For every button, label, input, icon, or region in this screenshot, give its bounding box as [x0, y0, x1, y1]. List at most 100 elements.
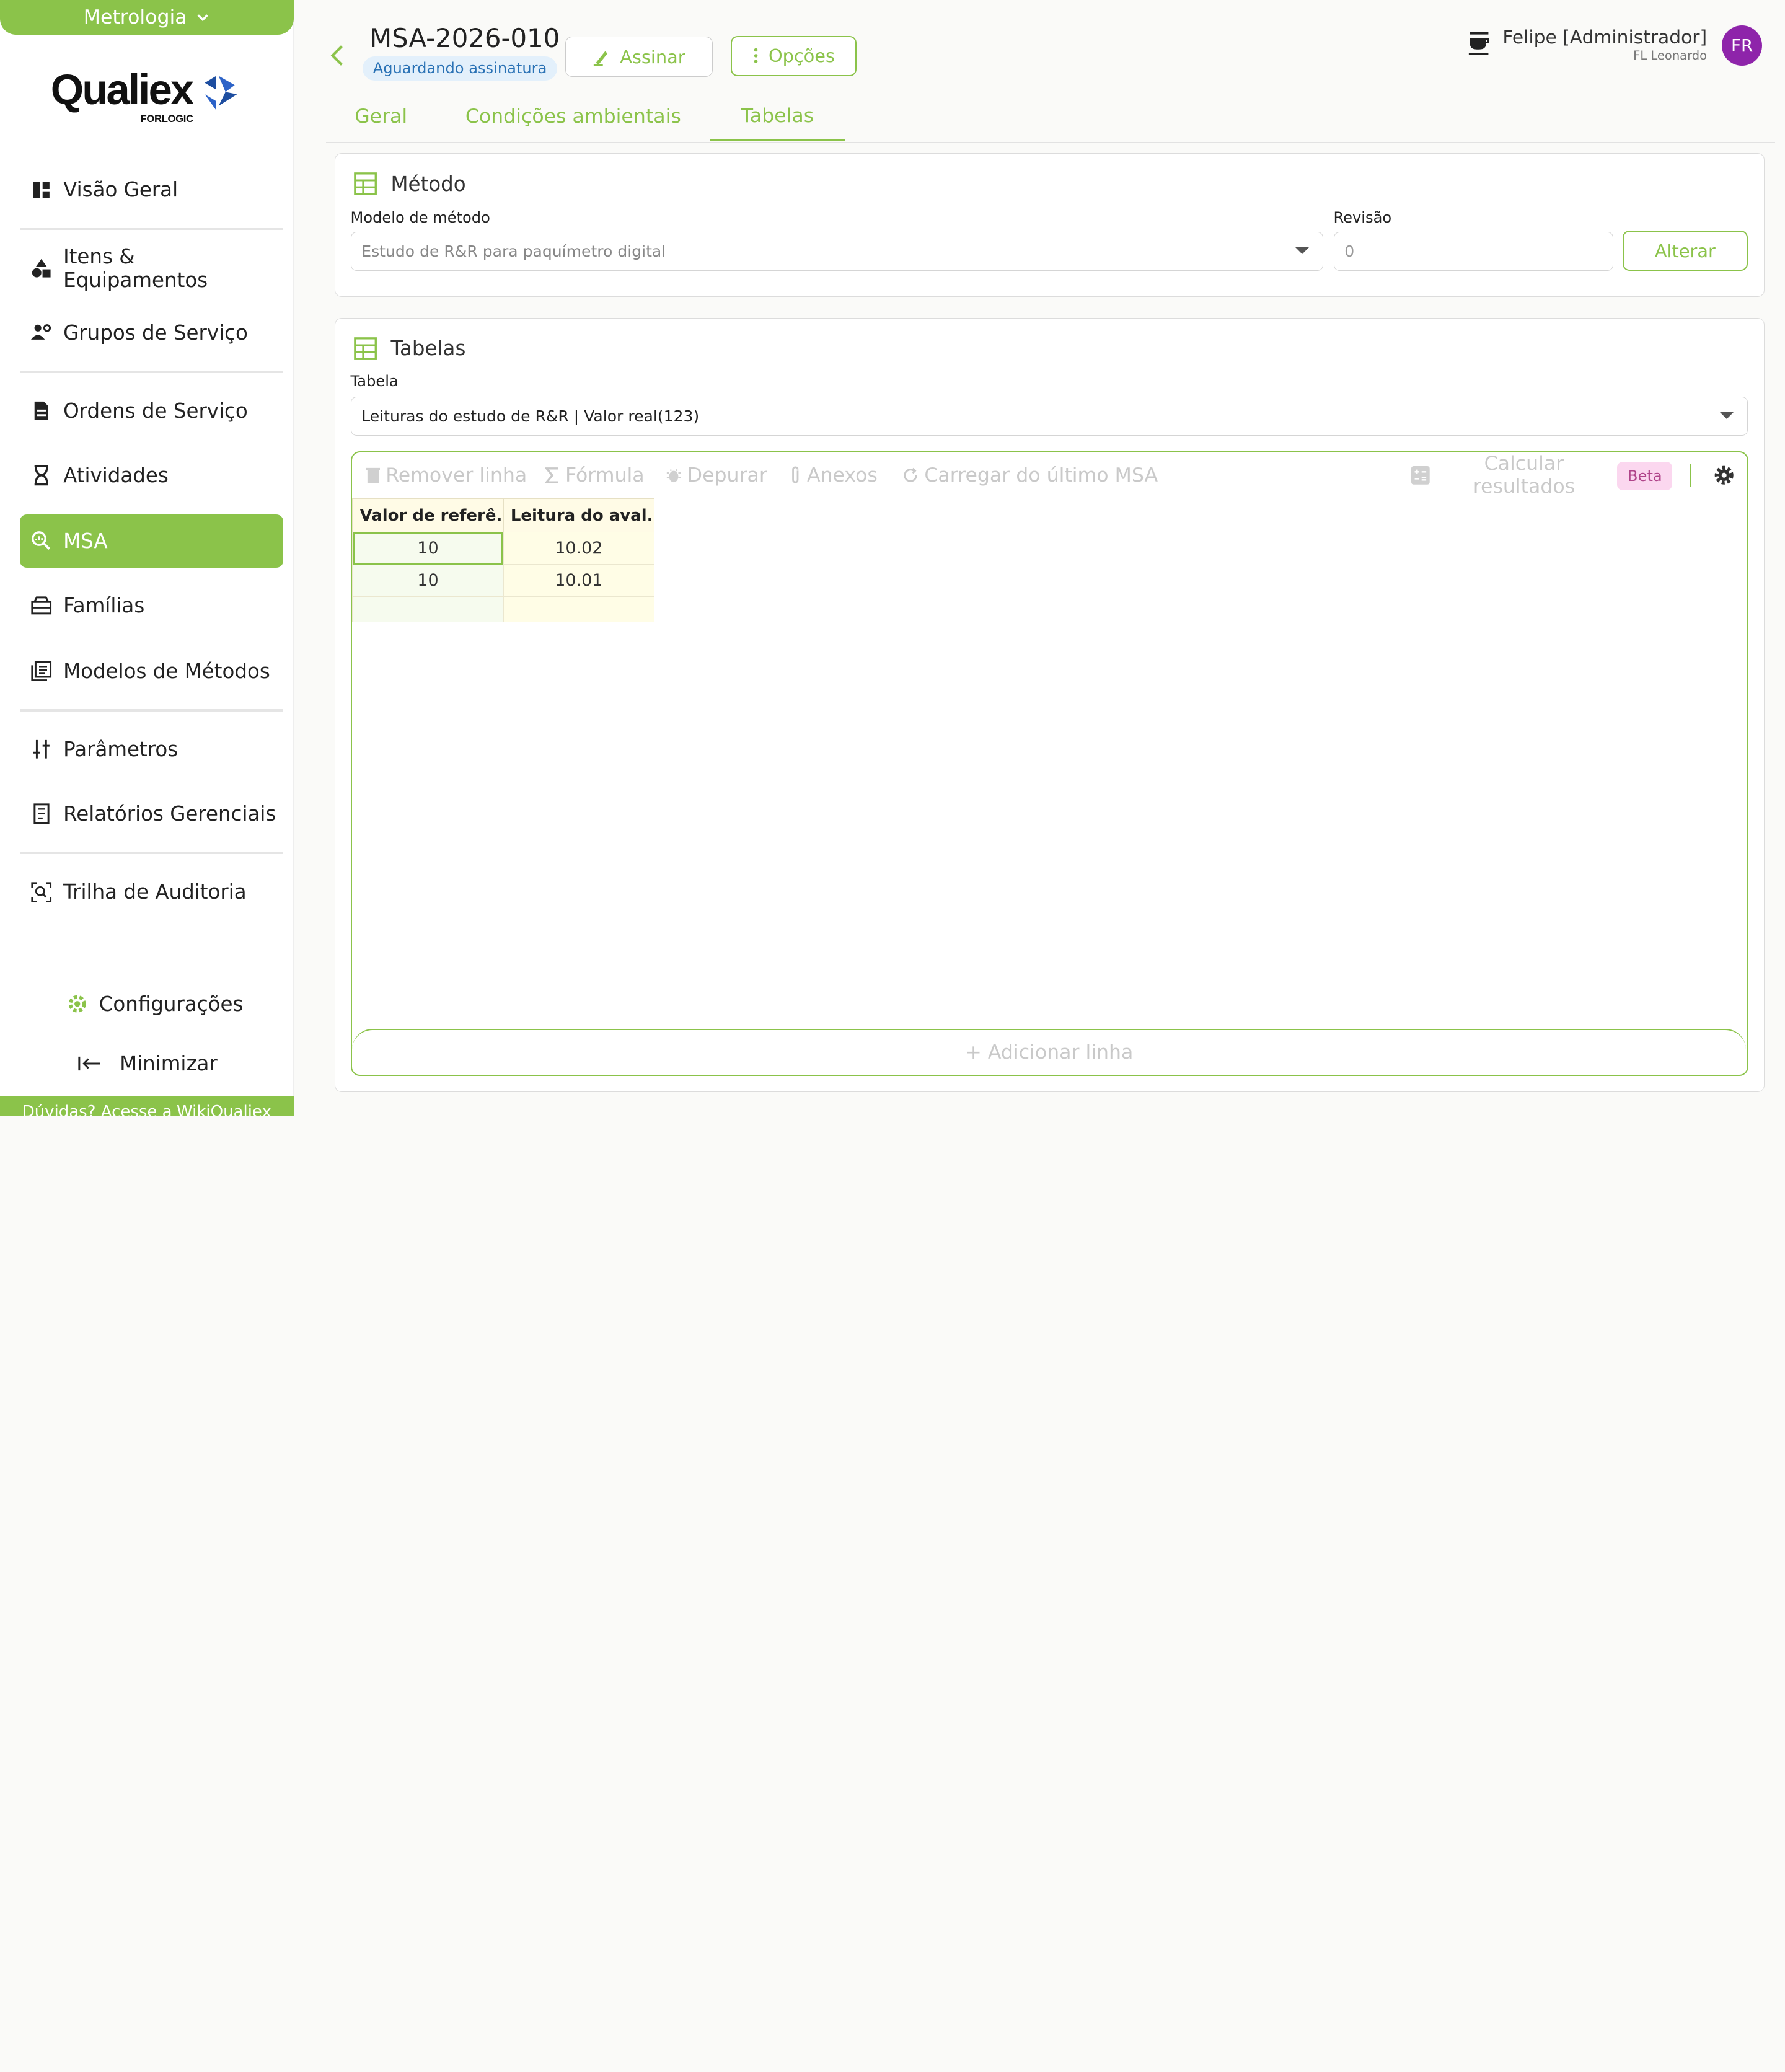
nav-divider [19, 852, 283, 854]
method-card-title: Método [390, 172, 466, 196]
more-vertical-icon [754, 48, 758, 64]
spreadsheet-table: Valor de referê... Leitura do aval... 10… [352, 498, 654, 622]
sidebar-item-label: Itens & Equipamentos [63, 244, 208, 292]
help-text: Dúvidas? Acesse a [22, 1102, 172, 1116]
beta-badge: Beta [1617, 461, 1673, 491]
attachments-label: Anexos [806, 464, 878, 487]
user-name: Felipe [Administrador] [1502, 26, 1708, 48]
table-select[interactable]: Leituras do estudo de R&R | Valor real(1… [350, 396, 1748, 436]
tab-tabelas[interactable]: Tabelas [710, 92, 845, 142]
tab-bar: Geral Condições ambientais Tabelas [325, 92, 1775, 143]
sidebar-item-label: Grupos de Serviço [63, 320, 248, 345]
sidebar-item-familias[interactable]: Famílias [20, 579, 283, 632]
table-cell[interactable] [352, 596, 504, 622]
nav-divider [19, 370, 283, 373]
formula-button[interactable]: Fórmula [545, 464, 645, 487]
table-row [352, 596, 654, 622]
nav-divider [19, 708, 283, 712]
sliders-icon [31, 739, 51, 759]
table-cell[interactable]: 10.01 [503, 564, 654, 597]
sidebar-item-label: Modelos de Métodos [63, 659, 270, 683]
table-cell[interactable]: 10.02 [503, 532, 654, 565]
library-icon [31, 661, 52, 682]
sign-button[interactable]: Assinar [565, 37, 713, 77]
sidebar-item-visao-geral[interactable]: Visão Geral [20, 164, 283, 216]
change-method-button[interactable]: Alterar [1622, 231, 1748, 271]
revision-value: 0 [1344, 242, 1355, 261]
calculator-icon[interactable] [1411, 466, 1430, 485]
table-row: 10 10.02 [352, 532, 654, 565]
calc-line1: Calcular [1484, 452, 1564, 475]
model-label: Modelo de método [350, 209, 490, 227]
method-model-value: Estudo de R&R para paquímetro digital [361, 242, 666, 261]
calc-line2: resultados [1473, 475, 1576, 498]
data-grid: Remover linha Fórmula Depurar Anexos Car… [351, 451, 1748, 1077]
settings-label: Configurações [99, 992, 244, 1016]
minimize-sidebar-button[interactable]: Minimizar [78, 1052, 218, 1075]
sidebar-item-trilha-auditoria[interactable]: Trilha de Auditoria [20, 866, 283, 919]
wiki-link[interactable]: WikiQualiex [177, 1103, 271, 1116]
sidebar-item-modelos-metodos[interactable]: Modelos de Métodos [20, 645, 283, 697]
table-icon [354, 337, 377, 360]
table-select-value: Leituras do estudo de R&R | Valor real(1… [361, 407, 700, 425]
column-header[interactable]: Valor de referê... [352, 498, 504, 533]
back-arrow-icon[interactable] [329, 44, 345, 67]
calculate-results-button[interactable]: Calcular resultados [1471, 452, 1577, 498]
tab-geral[interactable]: Geral [344, 92, 418, 142]
dashboard-icon [31, 180, 51, 200]
sidebar-item-label: Relatórios Gerenciais [63, 801, 276, 826]
chevron-down-icon [1295, 247, 1309, 255]
document-icon [31, 400, 51, 421]
tab-condicoes-ambientais[interactable]: Condições ambientais [458, 92, 688, 142]
status-badge: Aguardando assinatura [362, 56, 558, 81]
minimize-label: Minimizar [120, 1052, 218, 1076]
revision-field[interactable]: 0 [1333, 232, 1613, 271]
trash-icon [366, 467, 380, 484]
sidebar-item-relatorios[interactable]: Relatórios Gerenciais [20, 787, 283, 840]
debug-label: Depurar [687, 464, 767, 487]
collapse-left-icon [78, 1057, 100, 1071]
sidebar-item-msa[interactable]: MSA [19, 514, 283, 568]
page-title: MSA-2026-010 [369, 23, 560, 54]
options-button[interactable]: Opções [731, 35, 857, 76]
sidebar-item-atividades[interactable]: Atividades [20, 449, 283, 501]
module-selector[interactable]: Metrologia [0, 0, 294, 35]
chevron-down-icon [1719, 412, 1734, 419]
sidebar-item-itens-equipamentos[interactable]: Itens & Equipamentos [20, 242, 283, 294]
remove-row-button[interactable]: Remover linha [366, 464, 527, 487]
sidebar-item-label: Trilha de Auditoria [63, 880, 247, 904]
sidebar-item-grupos-servico[interactable]: Grupos de Serviço [20, 306, 283, 359]
remove-row-label: Remover linha [386, 464, 527, 487]
table-icon [354, 172, 377, 196]
table-cell[interactable]: 10 [352, 564, 504, 597]
gear-icon[interactable] [1714, 465, 1734, 485]
sidebar-item-label: Famílias [63, 593, 145, 617]
paperclip-icon [792, 466, 799, 483]
search-analytics-icon [31, 531, 51, 551]
coffee-icon[interactable] [1468, 31, 1491, 56]
sigma-icon [545, 467, 558, 483]
sidebar-item-label: Parâmetros [63, 737, 178, 761]
table-cell[interactable]: 10 [352, 532, 504, 565]
audit-icon [31, 881, 52, 902]
toolbar-divider [1690, 464, 1691, 487]
settings-link[interactable]: Configurações [67, 992, 244, 1016]
avatar[interactable]: FR [1722, 25, 1763, 66]
sidebar-item-label: Ordens de Serviço [63, 399, 248, 423]
method-card: Método Modelo de método Estudo de R&R pa… [335, 152, 1765, 298]
load-last-msa-button[interactable]: Carregar do último MSA [902, 464, 1158, 487]
formula-label: Fórmula [565, 464, 645, 487]
add-row-button[interactable]: + Adicionar linha [352, 1029, 1747, 1075]
column-header[interactable]: Leitura do aval... [503, 498, 654, 533]
bug-icon [666, 469, 681, 482]
sidebar-item-label: Visão Geral [63, 178, 178, 202]
module-label: Metrologia [83, 6, 187, 29]
debug-button[interactable]: Depurar [666, 464, 767, 487]
sidebar-item-ordens-servico[interactable]: Ordens de Serviço [20, 384, 283, 437]
sidebar: Metrologia Qualiex FORLOGIC Visão Geral … [0, 0, 294, 1116]
sidebar-item-parametros[interactable]: Parâmetros [20, 723, 283, 775]
attachments-button[interactable]: Anexos [790, 464, 878, 487]
app-root: Metrologia Qualiex FORLOGIC Visão Geral … [0, 0, 1785, 1116]
table-cell[interactable] [503, 596, 654, 622]
method-model-select[interactable]: Estudo de R&R para paquímetro digital [350, 232, 1323, 271]
